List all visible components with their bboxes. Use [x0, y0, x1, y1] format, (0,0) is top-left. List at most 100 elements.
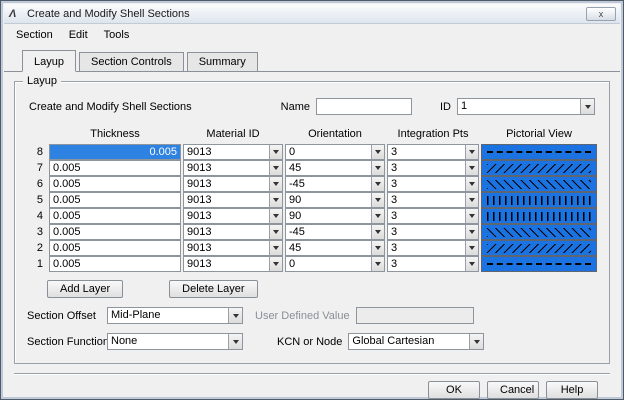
chevron-down-icon[interactable] — [465, 161, 478, 175]
chevron-down-icon[interactable] — [465, 177, 478, 191]
chevron-down-icon[interactable] — [465, 209, 478, 223]
chevron-down-icon[interactable] — [465, 193, 478, 207]
chevron-down-icon[interactable] — [228, 334, 242, 349]
tab-section-controls[interactable]: Section Controls — [78, 52, 184, 72]
table-row: 4 0.005 9013 90 3 — [27, 208, 597, 224]
orientation-select[interactable]: 90 — [285, 208, 385, 224]
thickness-input[interactable]: 0.005 — [49, 256, 181, 272]
ok-button[interactable]: OK — [428, 381, 480, 399]
chevron-down-icon[interactable] — [465, 225, 478, 239]
dialog-frame: Λ Create and Modify Shell Sections x Sec… — [4, 4, 620, 399]
integration-pts-select[interactable]: 3 — [387, 240, 479, 256]
row-number: 2 — [36, 242, 43, 254]
orientation-value: 0 — [289, 258, 296, 270]
integration-pts-select[interactable]: 3 — [387, 160, 479, 176]
user-defined-value-label: User Defined Value — [255, 309, 350, 322]
id-select[interactable]: 1 — [457, 98, 595, 115]
thickness-input[interactable]: 0.005 — [49, 192, 181, 208]
help-button[interactable]: Help — [546, 381, 598, 399]
tab-layup[interactable]: Layup — [22, 50, 76, 72]
integration-pts-select[interactable]: 3 — [387, 176, 479, 192]
material-id-select[interactable]: 9013 — [183, 240, 283, 256]
chevron-down-icon[interactable] — [465, 145, 478, 159]
chevron-down-icon[interactable] — [371, 225, 384, 239]
orientation-select[interactable]: 0 — [285, 144, 385, 160]
material-id-select[interactable]: 9013 — [183, 208, 283, 224]
header-orientation: Orientation — [308, 128, 362, 140]
chevron-down-icon[interactable] — [269, 241, 282, 255]
menu-tools[interactable]: Tools — [96, 26, 138, 44]
table-row: 3 0.005 9013 -45 3 — [27, 224, 597, 240]
chevron-down-icon[interactable] — [371, 177, 384, 191]
chevron-down-icon[interactable] — [371, 193, 384, 207]
chevron-down-icon[interactable] — [269, 225, 282, 239]
material-id-select[interactable]: 9013 — [183, 224, 283, 240]
header-thickness: Thickness — [90, 128, 140, 140]
orientation-value: 45 — [289, 162, 302, 174]
chevron-down-icon[interactable] — [371, 145, 384, 159]
chevron-down-icon[interactable] — [269, 177, 282, 191]
material-id-value: 9013 — [187, 210, 212, 222]
material-id-select[interactable]: 9013 — [183, 192, 283, 208]
chevron-down-icon[interactable] — [269, 193, 282, 207]
orientation-select[interactable]: 90 — [285, 192, 385, 208]
section-function-select[interactable]: None — [107, 333, 243, 350]
chevron-down-icon[interactable] — [469, 334, 484, 349]
ply-orientation-pattern — [486, 151, 592, 153]
thickness-input[interactable]: 0.005 — [49, 224, 181, 240]
row-number: 1 — [36, 258, 43, 270]
close-button[interactable]: x — [586, 6, 616, 21]
orientation-select[interactable]: -45 — [285, 176, 385, 192]
integration-pts-select[interactable]: 3 — [387, 208, 479, 224]
chevron-down-icon[interactable] — [371, 161, 384, 175]
material-id-select[interactable]: 9013 — [183, 256, 283, 272]
chevron-down-icon[interactable] — [269, 257, 282, 271]
chevron-down-icon[interactable] — [371, 241, 384, 255]
thickness-input[interactable]: 0.005 — [49, 176, 181, 192]
thickness-input[interactable]: 0.005 — [49, 240, 181, 256]
material-id-select[interactable]: 9013 — [183, 160, 283, 176]
chevron-down-icon[interactable] — [269, 209, 282, 223]
orientation-select[interactable]: 45 — [285, 240, 385, 256]
chevron-down-icon[interactable] — [269, 145, 282, 159]
section-offset-select[interactable]: Mid-Plane — [107, 307, 243, 324]
chevron-down-icon[interactable] — [371, 209, 384, 223]
material-id-select[interactable]: 9013 — [183, 144, 283, 160]
integration-pts-select[interactable]: 3 — [387, 144, 479, 160]
row-number: 6 — [36, 178, 43, 190]
name-label: Name — [280, 100, 310, 113]
tab-summary[interactable]: Summary — [186, 52, 258, 72]
header-rownum — [27, 128, 47, 140]
thickness-input[interactable]: 0.005 — [49, 208, 181, 224]
chevron-down-icon[interactable] — [465, 241, 478, 255]
thickness-input[interactable]: 0.005 — [49, 160, 181, 176]
chevron-down-icon[interactable] — [465, 257, 478, 271]
orientation-select[interactable]: 45 — [285, 160, 385, 176]
delete-layer-button[interactable]: Delete Layer — [169, 280, 258, 298]
chevron-down-icon[interactable] — [228, 308, 242, 323]
kcn-select[interactable]: Global Cartesian — [348, 333, 485, 350]
ply-orientation-pattern — [486, 195, 592, 205]
cancel-button[interactable]: Cancel — [487, 381, 539, 399]
material-id-select[interactable]: 9013 — [183, 176, 283, 192]
table-row: 1 0.005 9013 0 3 — [27, 256, 597, 272]
integration-pts-select[interactable]: 3 — [387, 224, 479, 240]
window-title: Create and Modify Shell Sections — [27, 7, 190, 20]
chevron-down-icon[interactable] — [371, 257, 384, 271]
add-layer-button[interactable]: Add Layer — [47, 280, 124, 298]
chevron-down-icon[interactable] — [580, 99, 594, 114]
integration-pts-value: 3 — [391, 194, 398, 206]
orientation-value: 90 — [289, 210, 302, 222]
layer-buttons: Add Layer Delete Layer — [47, 280, 597, 298]
integration-pts-value: 3 — [391, 242, 398, 254]
orientation-select[interactable]: -45 — [285, 224, 385, 240]
chevron-down-icon[interactable] — [269, 161, 282, 175]
menu-section[interactable]: Section — [8, 26, 61, 44]
name-input[interactable] — [316, 98, 412, 115]
thickness-input[interactable]: 0.005 — [49, 144, 181, 160]
orientation-select[interactable]: 0 — [285, 256, 385, 272]
integration-pts-select[interactable]: 3 — [387, 256, 479, 272]
integration-pts-select[interactable]: 3 — [387, 192, 479, 208]
menu-edit[interactable]: Edit — [61, 26, 96, 44]
header-integration-pts: Integration Pts — [397, 128, 469, 140]
